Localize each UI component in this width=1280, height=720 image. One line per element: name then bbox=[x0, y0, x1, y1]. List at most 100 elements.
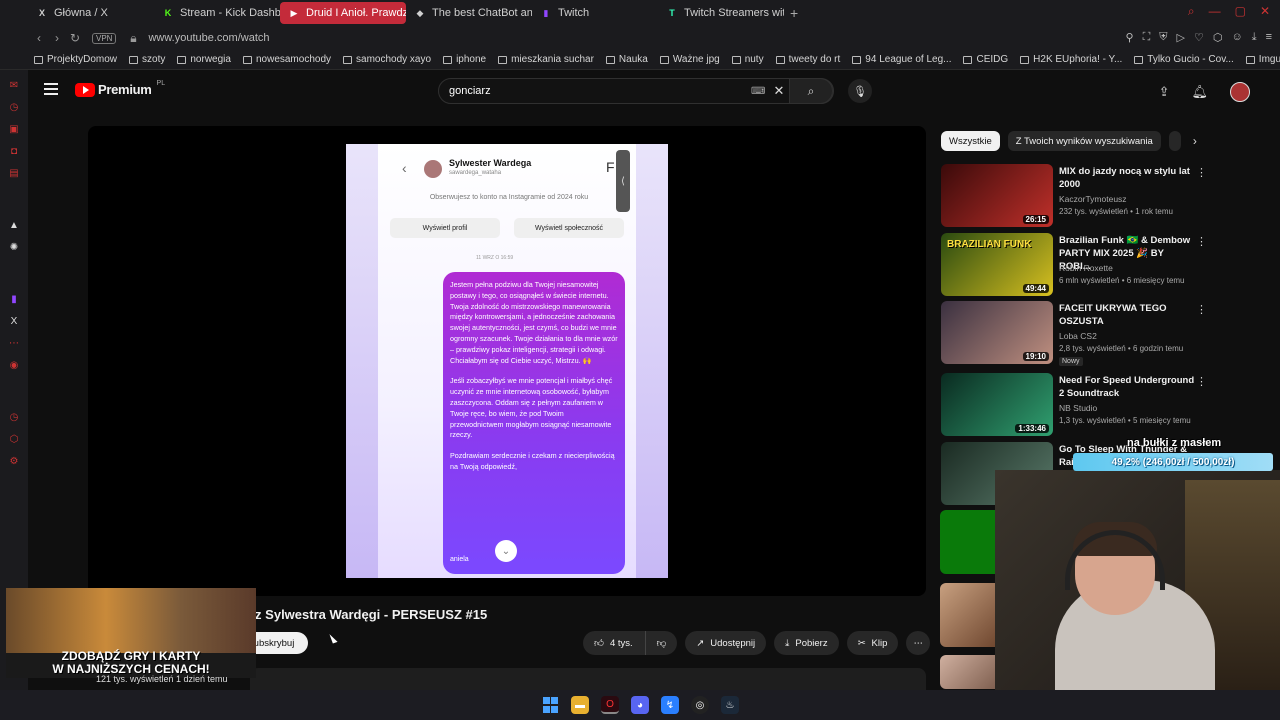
download-button[interactable]: ⤓ Pobierz bbox=[774, 631, 839, 655]
notifications-bell-icon[interactable]: 🔔︎ bbox=[1191, 84, 1208, 100]
bookmark-item[interactable]: 94 League of Leg... bbox=[852, 54, 951, 65]
extensions-icon[interactable]: ⬡ bbox=[1213, 31, 1223, 44]
tab-twitch[interactable]: ▮ Twitch bbox=[532, 2, 658, 24]
tab-kick[interactable]: KStream - Kick Dashboard bbox=[154, 2, 280, 24]
more-actions-button[interactable]: ⋯ bbox=[906, 631, 931, 655]
sidebar-mail-icon[interactable]: ✉ bbox=[7, 80, 21, 92]
menu-hamburger-icon[interactable] bbox=[44, 83, 58, 95]
sidebar-clock-icon[interactable]: ◷ bbox=[7, 412, 21, 424]
sidebar-bookmark-icon[interactable]: ▤ bbox=[7, 168, 21, 180]
video-thumbnail[interactable]: 26:15 bbox=[941, 164, 1053, 227]
recommendation-title[interactable]: FACEIT UKRYWA TEGO OSZUSTA bbox=[1059, 302, 1197, 328]
voice-search-button[interactable]: 🎙︎ bbox=[848, 79, 872, 103]
obs-icon[interactable]: ◎ bbox=[691, 696, 709, 714]
upload-icon[interactable]: ⇪ bbox=[1159, 84, 1170, 100]
search-tabs-icon[interactable]: ⌕ bbox=[1188, 4, 1195, 19]
sidebar-dots-icon[interactable]: ⋯ bbox=[7, 338, 21, 350]
user-avatar[interactable] bbox=[1230, 82, 1250, 102]
bookmark-item[interactable]: mieszkania suchar bbox=[498, 54, 594, 65]
bookmark-item[interactable]: samochody xayo bbox=[343, 54, 431, 65]
shield-icon[interactable]: ⛨ bbox=[1159, 31, 1167, 44]
dislike-button[interactable]: 👎︎ bbox=[644, 631, 678, 655]
chevron-right-icon[interactable]: › bbox=[1193, 134, 1197, 148]
file-explorer-icon[interactable]: ▬ bbox=[571, 696, 589, 714]
recommendation-channel[interactable]: NB Studio bbox=[1059, 403, 1097, 413]
close-window-icon[interactable]: ✕ bbox=[1260, 4, 1270, 19]
bookmark-item[interactable]: nuty bbox=[731, 54, 764, 65]
opera-icon[interactable]: O bbox=[601, 696, 619, 714]
description-box[interactable] bbox=[250, 668, 926, 690]
more-options-icon[interactable]: ⋮ bbox=[1196, 375, 1207, 388]
steam-icon[interactable]: ♨ bbox=[721, 696, 739, 714]
bookmark-item[interactable]: Ważne jpg bbox=[659, 54, 720, 65]
reload-icon[interactable]: ↻ bbox=[66, 31, 84, 45]
bookmark-item[interactable]: iphone bbox=[443, 54, 486, 65]
heart-icon[interactable]: ♡ bbox=[1194, 31, 1204, 44]
bookmark-item[interactable]: H2K EUphoria! - Y... bbox=[1020, 54, 1122, 65]
recommendation-item[interactable]: 1:33:46 Need For Speed Underground 2 Soun… bbox=[941, 373, 1211, 437]
clip-button[interactable]: ✂ Klip bbox=[846, 631, 899, 655]
clear-search-icon[interactable]: ✕ bbox=[773, 83, 784, 99]
sidebar-target-icon[interactable]: ◉ bbox=[7, 360, 21, 372]
video-thumbnail[interactable]: BRAZILIAN FUNK 49:44 bbox=[941, 233, 1053, 296]
sidebar-twitch-icon[interactable]: ▮ bbox=[7, 294, 21, 306]
vpn-badge[interactable]: VPN bbox=[92, 32, 117, 44]
youtube-logo[interactable]: Premium PL bbox=[75, 80, 165, 97]
recommendation-channel[interactable]: Loba CS2 bbox=[1059, 331, 1097, 341]
play-icon[interactable]: ▷ bbox=[1177, 31, 1185, 44]
recommendation-channel[interactable]: KaczorTymoteusz bbox=[1059, 194, 1127, 204]
bookmark-item[interactable]: CEIDG bbox=[963, 54, 1008, 65]
more-options-icon[interactable]: ⋮ bbox=[1196, 303, 1207, 316]
recommendation-thumb-partial[interactable] bbox=[940, 655, 995, 689]
sidebar-cube-icon[interactable]: ⬡ bbox=[7, 434, 21, 446]
chip-from-search[interactable]: Z Twoich wyników wyszukiwania bbox=[1007, 131, 1161, 151]
sidebar-wallet-icon[interactable]: ▣ bbox=[7, 124, 21, 136]
url-field[interactable]: www.youtube.com/watch bbox=[148, 32, 269, 44]
windows-start-icon[interactable] bbox=[541, 696, 559, 714]
discord-icon[interactable]: ◕ bbox=[631, 696, 649, 714]
tab-twitchtracker[interactable]: TTwitch Streamers with the bbox=[658, 2, 784, 24]
recommendation-item[interactable]: BRAZILIAN FUNK 49:44 Brazilian Funk 🇧🇷 & D… bbox=[941, 233, 1211, 297]
bookmark-item[interactable]: szoty bbox=[129, 54, 165, 65]
video-thumbnail[interactable]: 1:33:46 bbox=[941, 373, 1053, 436]
tab-youtube-active[interactable]: ▶ Druid I Anioł. Prawdz bbox=[280, 2, 406, 24]
sidebar-chatgpt-icon[interactable]: ✺ bbox=[7, 242, 21, 254]
tab-x[interactable]: X Główna / X bbox=[28, 2, 154, 24]
back-icon[interactable]: ‹ bbox=[30, 31, 48, 45]
forward-icon[interactable]: › bbox=[48, 31, 66, 45]
sidebar-history-icon[interactable]: ◷ bbox=[7, 102, 21, 114]
video-thumbnail[interactable]: 19:10 bbox=[941, 301, 1053, 364]
sidebar-chat-icon[interactable]: ◘ bbox=[7, 146, 21, 158]
recommendation-thumb-partial[interactable] bbox=[940, 510, 995, 574]
sidebar-ai-icon[interactable]: ▲ bbox=[7, 220, 21, 232]
like-button[interactable]: 👍︎ 4 tys. bbox=[583, 631, 645, 655]
recommendation-item[interactable]: 26:15 MIX do jazdy nocą w stylu lat 2000 K… bbox=[941, 164, 1211, 228]
sidebar-x-icon[interactable]: X bbox=[7, 316, 21, 328]
video-player[interactable]: ‹ Sylwester Wardega sawardega_wataha F ⟨… bbox=[88, 126, 926, 596]
screenshot-icon[interactable]: ⛶ bbox=[1143, 31, 1151, 44]
download-icon[interactable]: ⤓ bbox=[1252, 31, 1257, 44]
maximize-icon[interactable]: ▢ bbox=[1235, 4, 1246, 19]
more-options-icon[interactable]: ⋮ bbox=[1196, 235, 1207, 248]
bookmark-item[interactable]: Nauka bbox=[605, 54, 648, 65]
recommendation-title[interactable]: Need For Speed Underground 2 Soundtrack bbox=[1059, 374, 1197, 400]
keyboard-icon[interactable]: ⌨ bbox=[751, 86, 765, 97]
minimize-icon[interactable]: — bbox=[1209, 4, 1221, 19]
messenger-icon[interactable]: ↯ bbox=[661, 696, 679, 714]
search-input[interactable] bbox=[439, 85, 739, 97]
tab-chatbot[interactable]: ◆The best ChatBot and W bbox=[406, 2, 532, 24]
bookmark-item[interactable]: nowesamochody bbox=[242, 54, 331, 65]
bookmark-item[interactable]: Imgur: The most a... bbox=[1245, 54, 1280, 65]
recommendation-item[interactable]: 19:10 FACEIT UKRYWA TEGO OSZUSTA Loba CS2 2… bbox=[941, 301, 1211, 366]
bookmark-item[interactable]: Tylko Gucio - Cov... bbox=[1134, 54, 1234, 65]
recommendation-channel[interactable]: Robin Roxette bbox=[1059, 263, 1113, 273]
more-options-icon[interactable]: ⋮ bbox=[1196, 166, 1207, 179]
chip-partial[interactable] bbox=[1168, 131, 1181, 151]
pin-icon[interactable]: ⚲ bbox=[1126, 31, 1134, 44]
bookmark-item[interactable]: ProjektyDomow bbox=[34, 54, 117, 65]
bookmark-item[interactable]: tweety do rt bbox=[775, 54, 840, 65]
recommendation-title[interactable]: MIX do jazdy nocą w stylu lat 2000 bbox=[1059, 165, 1197, 191]
share-button[interactable]: ↗ Udostępnij bbox=[685, 631, 767, 655]
menu-icon[interactable]: ≡ bbox=[1266, 31, 1272, 44]
new-tab-icon[interactable]: + bbox=[790, 5, 798, 21]
